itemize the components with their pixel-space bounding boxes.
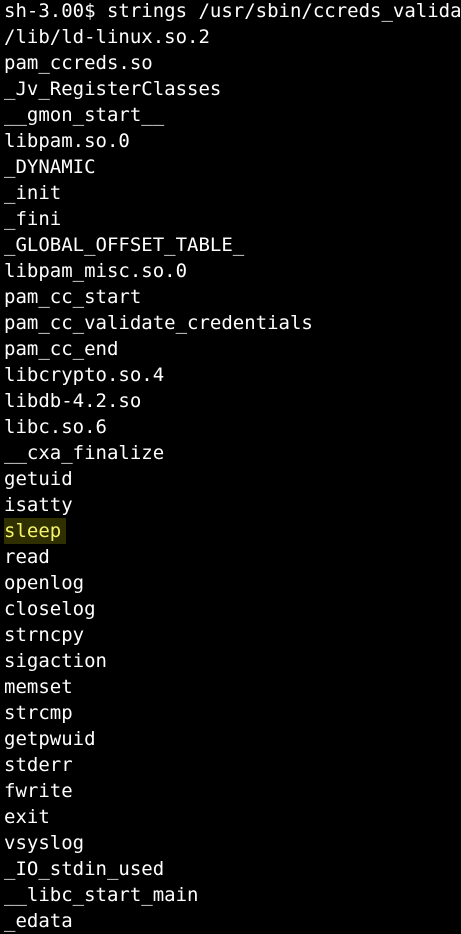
output-line: _fini: [4, 208, 62, 230]
output-line: strcmp: [4, 702, 73, 724]
output-line: _Jv_RegisterClasses: [4, 78, 222, 100]
output-line: __libc_start_main: [4, 884, 199, 906]
output-line: memset: [4, 676, 73, 698]
output-line: stderr: [4, 754, 73, 776]
output-line: _GLOBAL_OFFSET_TABLE_: [4, 234, 245, 256]
output-line: libpam_misc.so.0: [4, 260, 188, 282]
terminal-window[interactable]: sh-3.00$ strings /usr/sbin/ccreds_valida…: [0, 0, 461, 934]
output-line: __cxa_finalize: [4, 442, 165, 464]
output-line: _edata: [4, 910, 73, 932]
output-line: __gmon_start__: [4, 104, 165, 126]
output-line: closelog: [4, 598, 96, 620]
output-line: getuid: [4, 468, 73, 490]
output-line: libpam.so.0: [4, 130, 130, 152]
strings-output: /lib/ld-linux.so.2 pam_ccreds.so _Jv_Regis…: [4, 24, 461, 934]
output-line: pam_ccreds.so: [4, 52, 153, 74]
output-line: read: [4, 546, 50, 568]
highlighted-output-line: sleep: [4, 518, 67, 544]
output-line: libcrypto.so.4: [4, 364, 165, 386]
output-line: sleep: [4, 518, 461, 544]
output-line: _DYNAMIC: [4, 156, 96, 178]
output-line: isatty: [4, 494, 73, 516]
output-line: fwrite: [4, 780, 73, 802]
output-line: exit: [4, 806, 50, 828]
command-line: sh-3.00$ strings /usr/sbin/ccreds_valida…: [4, 0, 461, 22]
output-line: libc.so.6: [4, 416, 107, 438]
output-line: _init: [4, 182, 62, 204]
output-line: pam_cc_validate_credentials: [4, 312, 313, 334]
output-line: libdb-4.2.so: [4, 390, 142, 412]
output-line: strncpy: [4, 624, 85, 646]
output-line: sigaction: [4, 650, 107, 672]
output-line: pam_cc_start: [4, 286, 142, 308]
output-line: vsyslog: [4, 832, 85, 854]
output-line: openlog: [4, 572, 85, 594]
output-line: pam_cc_end: [4, 338, 119, 360]
output-line: /lib/ld-linux.so.2: [4, 26, 210, 48]
output-line: _IO_stdin_used: [4, 858, 165, 880]
output-line: getpwuid: [4, 728, 96, 750]
